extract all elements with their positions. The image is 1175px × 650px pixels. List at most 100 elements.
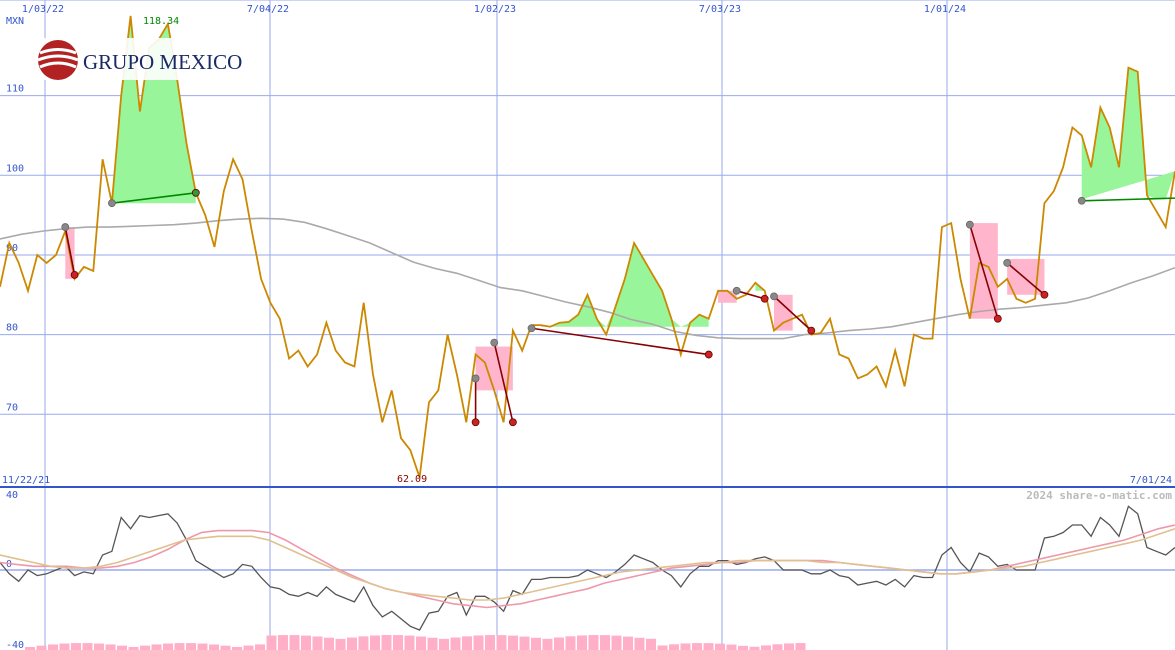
osc-x-tick-label: 7/01/24 (1130, 475, 1172, 486)
x-tick-label: 1/01/24 (924, 4, 966, 15)
volume-bar (427, 637, 438, 650)
volume-bar (531, 637, 541, 650)
trend-start-marker (1077, 196, 1086, 205)
volume-bar (554, 637, 564, 650)
volume-bar (738, 645, 748, 650)
volume-bar (726, 644, 737, 650)
trend-start-marker (732, 286, 741, 295)
x-tick-label: 1/03/22 (22, 4, 64, 15)
y-axis-unit-label: MXN (6, 16, 24, 27)
volume-bar (703, 643, 714, 650)
volume-bar (761, 645, 771, 650)
volume-bar (289, 635, 300, 650)
y-tick-label: 80 (6, 323, 18, 334)
trend-end-marker (993, 314, 1002, 323)
volume-bar (347, 637, 357, 650)
company-logo: GRUPO MEXICO (35, 38, 242, 80)
volume-bar (117, 645, 127, 650)
y-tick-label: 70 (6, 402, 18, 413)
volume-bar (140, 645, 150, 650)
volume-bar (623, 636, 633, 650)
volume-bar (278, 635, 288, 650)
price-chart: 7080901001101/03/22 7/04/22 1/02/23 7/03/23… (0, 0, 1175, 650)
volume-bar (220, 645, 231, 650)
volume-bar (565, 636, 576, 650)
high-annotation: 118.34 (143, 16, 179, 27)
volume-bar (692, 643, 702, 650)
volume-bar (772, 644, 783, 650)
trend-end-marker (191, 188, 200, 197)
volume-bar (473, 635, 484, 650)
volume-bar (209, 644, 219, 650)
trend-end-marker (807, 326, 816, 335)
volume-bar (784, 643, 794, 650)
low-annotation: 62.09 (397, 474, 427, 485)
volume-bar (370, 635, 380, 650)
trend-end-marker (471, 418, 480, 427)
volume-bar (795, 643, 806, 650)
volume-bar (657, 645, 668, 650)
trend-end-marker (704, 350, 713, 359)
volume-bar (416, 636, 426, 650)
rising-area (540, 243, 709, 327)
trend-end-marker (760, 294, 769, 303)
volume-bar (197, 643, 208, 650)
osc-y-tick-label: -40 (6, 640, 24, 650)
x-tick-label: 7/03/23 (699, 4, 741, 15)
trend-end-marker (508, 418, 517, 427)
trend-start-marker (108, 199, 116, 208)
volume-bar (324, 637, 334, 650)
y-tick-label: 100 (6, 163, 24, 174)
volume-bar (669, 644, 679, 650)
volume-bar (335, 638, 346, 650)
oscillator-panel: 400-4011/22/21 7/01/24 (0, 475, 1175, 650)
volume-bar (163, 643, 173, 650)
volume-bar (542, 638, 553, 650)
trend-start-marker (527, 324, 536, 333)
volume-bar (94, 643, 104, 650)
volume-bar (646, 638, 656, 650)
volume-bar (439, 638, 449, 650)
volume-bar (174, 643, 185, 650)
trend-end-marker (70, 270, 79, 279)
volume-bar (266, 635, 277, 650)
volume-bar (255, 644, 265, 650)
trend-start-marker (1003, 259, 1012, 267)
volume-bar (59, 643, 70, 650)
volume-bar (450, 637, 461, 650)
osc-x-tick-label: 11/22/21 (2, 475, 50, 486)
volume-bar (404, 635, 415, 650)
x-tick-label: 1/02/23 (474, 4, 516, 15)
logo-emblem-icon (37, 40, 79, 80)
volume-bar (519, 636, 530, 650)
watermark: 2024 share-o-matic.com (1026, 489, 1172, 502)
volume-bar (485, 635, 495, 650)
volume-bar (71, 643, 81, 650)
volume-bar (381, 635, 392, 650)
x-tick-label: 7/04/22 (247, 4, 289, 15)
volume-bar (151, 644, 162, 650)
volume-bar (462, 636, 472, 650)
volume-bar (105, 644, 116, 650)
y-tick-label: 110 (6, 84, 24, 95)
osc-y-tick-label: 40 (6, 490, 18, 501)
volume-bar (36, 645, 47, 650)
volume-bar (680, 643, 691, 650)
trend-start-marker (770, 292, 778, 301)
volume-bar (393, 635, 403, 650)
volume-bar (588, 635, 599, 650)
trend-end-marker (1040, 290, 1049, 299)
trend-start-marker (471, 374, 480, 383)
volume-bar (82, 643, 93, 650)
volume-bar (312, 636, 323, 650)
volume-bar (508, 635, 518, 650)
volume-bar (496, 635, 507, 650)
trend-start-marker (490, 338, 499, 347)
volume-bar (243, 645, 254, 650)
trend-start-marker (61, 223, 70, 231)
volume-bar (48, 644, 58, 650)
logo-wordmark: GRUPO MEXICO (83, 50, 242, 74)
volume-bar (577, 635, 587, 650)
volume-bar (600, 635, 610, 650)
volume-bar (186, 643, 196, 650)
